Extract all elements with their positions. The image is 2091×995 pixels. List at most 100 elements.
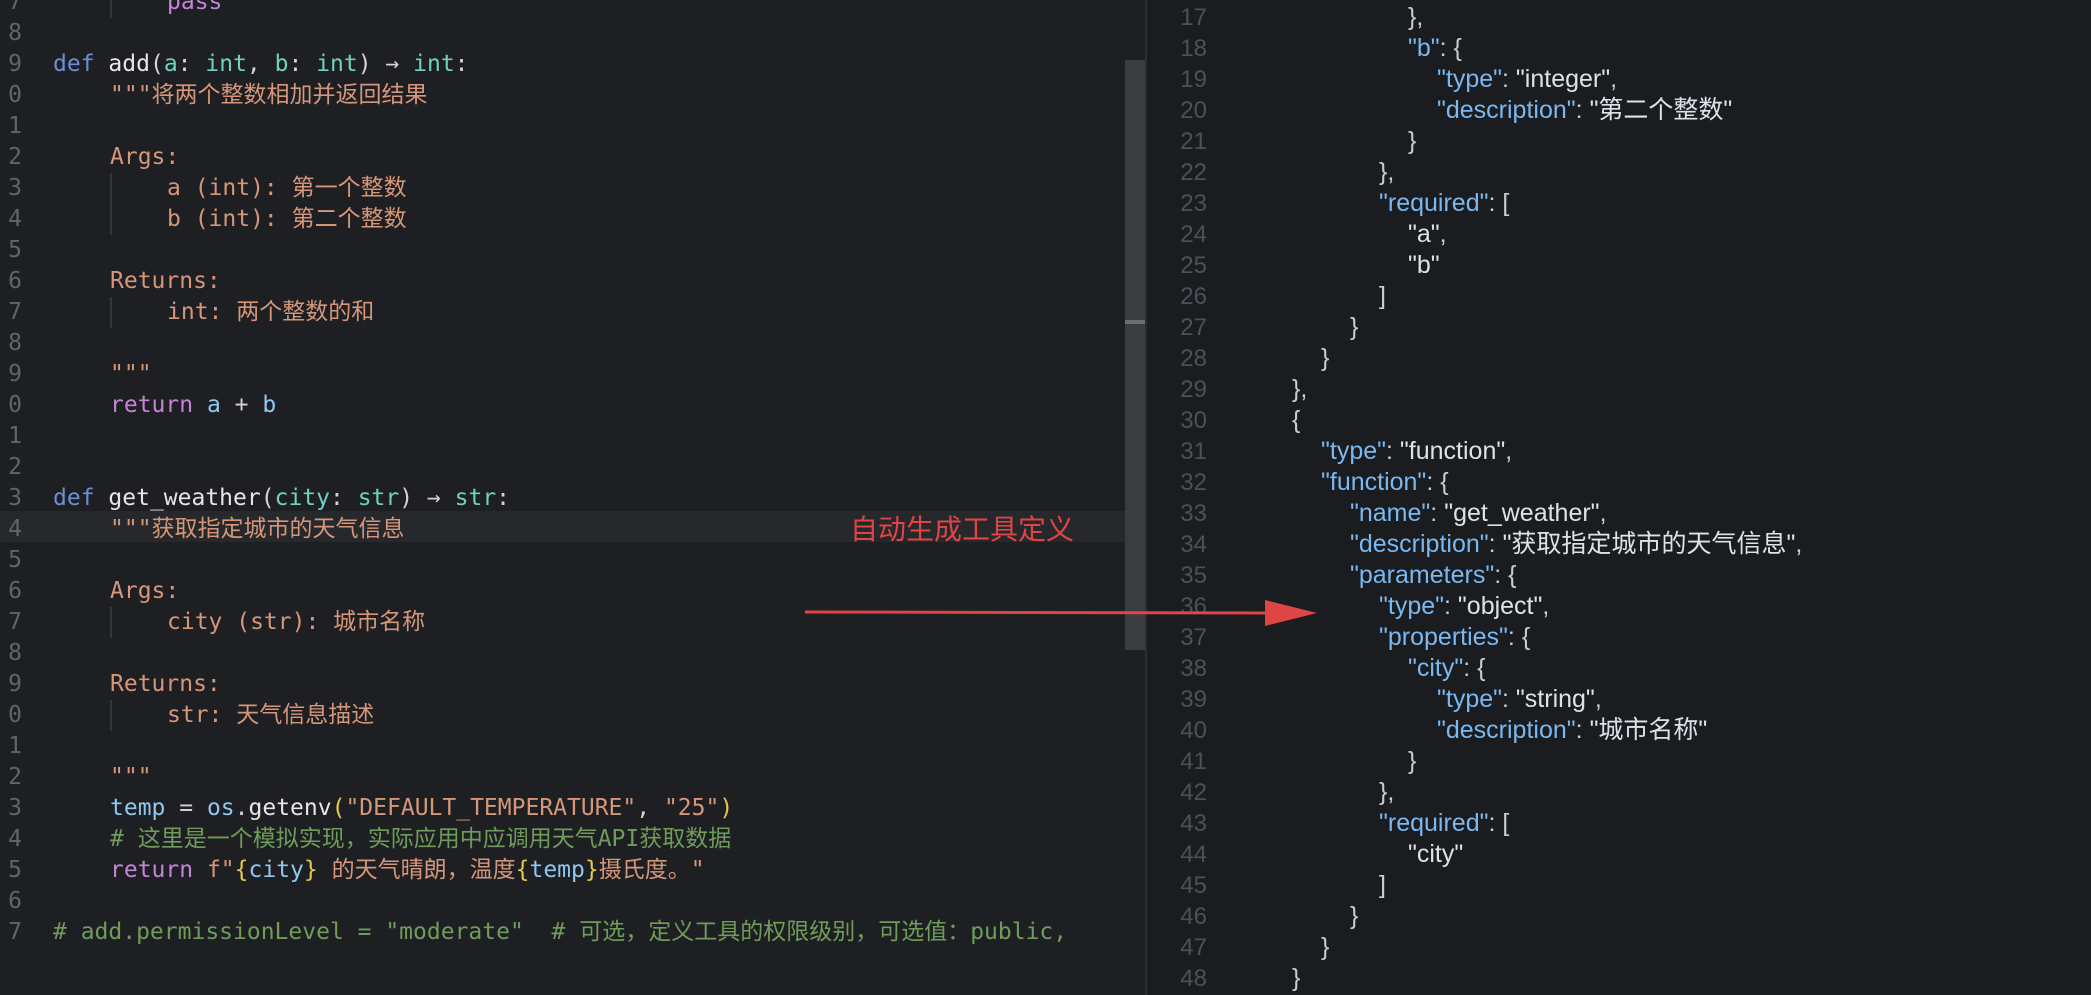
line-number: 47 [1180, 934, 1207, 961]
indent-guide [110, 297, 112, 328]
json-line[interactable]: 24 "a", [1147, 219, 2091, 250]
line-number: 24 [1180, 221, 1207, 248]
json-text: }, [1408, 3, 1424, 31]
code-text: return f"{city} 的天气晴朗，温度{temp}摄氏度。" [110, 857, 705, 883]
line-number: 8 [8, 20, 22, 46]
json-line[interactable]: 39 "type": "string", [1147, 684, 2091, 715]
json-text: "b" [1408, 251, 1440, 279]
line-number: 7 [8, 299, 22, 325]
line-number: 1 [8, 113, 22, 139]
line-number: 19 [1180, 66, 1207, 93]
json-line[interactable]: 23 "required": [ [1147, 188, 2091, 219]
json-line[interactable]: 28} [1147, 343, 2091, 374]
json-line[interactable]: 29}, [1147, 374, 2091, 405]
line-number: 9 [8, 671, 22, 697]
indent-guide [110, 173, 112, 204]
editor-scrollbar[interactable] [1125, 60, 1145, 650]
code-text: a (int): 第一个整数 [167, 175, 407, 201]
json-line[interactable]: 45] [1147, 870, 2091, 901]
json-line[interactable]: 47} [1147, 932, 2091, 963]
json-text: "description": "获取指定城市的天气信息", [1350, 530, 1803, 558]
code-text: temp = os.getenv("DEFAULT_TEMPERATURE", … [110, 795, 734, 821]
json-text: "required": [ [1379, 809, 1510, 837]
code-text: """ [110, 361, 152, 387]
line-number: 5 [8, 237, 22, 263]
json-text: "city": { [1408, 654, 1486, 682]
json-line[interactable]: 33 "name": "get_weather", [1147, 498, 2091, 529]
line-number: 9 [8, 361, 22, 387]
json-line[interactable]: 44 "city" [1147, 839, 2091, 870]
python-editor-pane[interactable]: 7 pass 8 9 def add(a: int, b: int) → int: 0 ""… [0, 0, 1145, 995]
json-line[interactable]: 35 "parameters": { [1147, 560, 2091, 591]
json-line[interactable]: 26] [1147, 281, 2091, 312]
json-line[interactable]: 18 "b": { [1147, 33, 2091, 64]
line-number: 40 [1180, 717, 1207, 744]
json-line[interactable]: 20 "description": "第二个整数" [1147, 95, 2091, 126]
line-number: 17 [1180, 4, 1207, 31]
json-text: "type": "string", [1437, 685, 1602, 713]
line-number: 6 [8, 268, 22, 294]
line-number: 6 [8, 578, 22, 604]
json-line[interactable]: 34 "description": "获取指定城市的天气信息", [1147, 529, 2091, 560]
json-text: "properties": { [1379, 623, 1531, 651]
json-line[interactable]: 25 "b" [1147, 250, 2091, 281]
indent-guide [110, 0, 112, 18]
line-number: 29 [1180, 376, 1207, 403]
json-line[interactable]: 46} [1147, 901, 2091, 932]
line-number: 18 [1180, 35, 1207, 62]
json-text: "name": "get_weather", [1350, 499, 1607, 527]
code-text: # add.permissionLevel = "moderate" # 可选，… [53, 919, 1068, 945]
json-line[interactable]: 41} [1147, 746, 2091, 777]
line-number: 39 [1180, 686, 1207, 713]
json-line[interactable]: 43 "required": [ [1147, 808, 2091, 839]
json-line[interactable]: 19 "type": "integer", [1147, 64, 2091, 95]
json-text: }, [1292, 375, 1308, 403]
code-text: Returns: [110, 671, 221, 697]
code-text: # 这里是一个模拟实现，实际应用中应调用天气API获取数据 [110, 826, 732, 852]
json-line[interactable]: 21} [1147, 126, 2091, 157]
json-text: "parameters": { [1350, 561, 1517, 589]
json-text: "type": "function", [1321, 437, 1513, 465]
line-number: 4 [8, 206, 22, 232]
line-number: 23 [1180, 190, 1207, 217]
line-number: 44 [1180, 841, 1207, 868]
line-number: 25 [1180, 252, 1207, 279]
line-number: 4 [8, 516, 22, 542]
json-line[interactable]: 27} [1147, 312, 2091, 343]
line-number: 31 [1180, 438, 1207, 465]
annotation-label: 自动生成工具定义 [850, 513, 1075, 546]
line-number: 48 [1180, 965, 1207, 992]
line-number: 27 [1180, 314, 1207, 341]
json-line[interactable]: 30 { [1147, 405, 2091, 436]
json-text: ] [1379, 871, 1386, 899]
json-line[interactable]: 42}, [1147, 777, 2091, 808]
line-number: 45 [1180, 872, 1207, 899]
json-line[interactable]: 32 "function": { [1147, 467, 2091, 498]
line-number: 8 [8, 330, 22, 356]
line-number: 9 [8, 51, 22, 77]
line-number: 3 [8, 175, 22, 201]
line-number: 33 [1180, 500, 1207, 527]
line-number: 41 [1180, 748, 1207, 775]
json-line[interactable]: 40 "description": "城市名称" [1147, 715, 2091, 746]
line-number: 4 [8, 826, 22, 852]
json-line[interactable]: 22}, [1147, 157, 2091, 188]
json-line[interactable]: 48} [1147, 963, 2091, 994]
json-text: } [1350, 313, 1359, 341]
json-text: "description": "第二个整数" [1437, 96, 1733, 124]
line-number: 5 [8, 857, 22, 883]
json-text: { [1292, 406, 1301, 434]
json-text: } [1292, 964, 1301, 992]
json-text: } [1321, 344, 1330, 372]
json-text: }, [1379, 158, 1395, 186]
json-editor-pane[interactable]: 17}, 18 "b": {19 "type": "integer", 20 "descr… [1147, 0, 2091, 995]
code-text: Returns: [110, 268, 221, 294]
line-number: 28 [1180, 345, 1207, 372]
json-line[interactable]: 38 "city": { [1147, 653, 2091, 684]
json-line[interactable]: 17}, [1147, 2, 2091, 33]
json-line[interactable]: 31 "type": "function", [1147, 436, 2091, 467]
code-text: Args: [110, 578, 180, 604]
code-text: str: 天气信息描述 [167, 702, 375, 728]
json-text: }, [1379, 778, 1395, 806]
json-text: "required": [ [1379, 189, 1510, 217]
